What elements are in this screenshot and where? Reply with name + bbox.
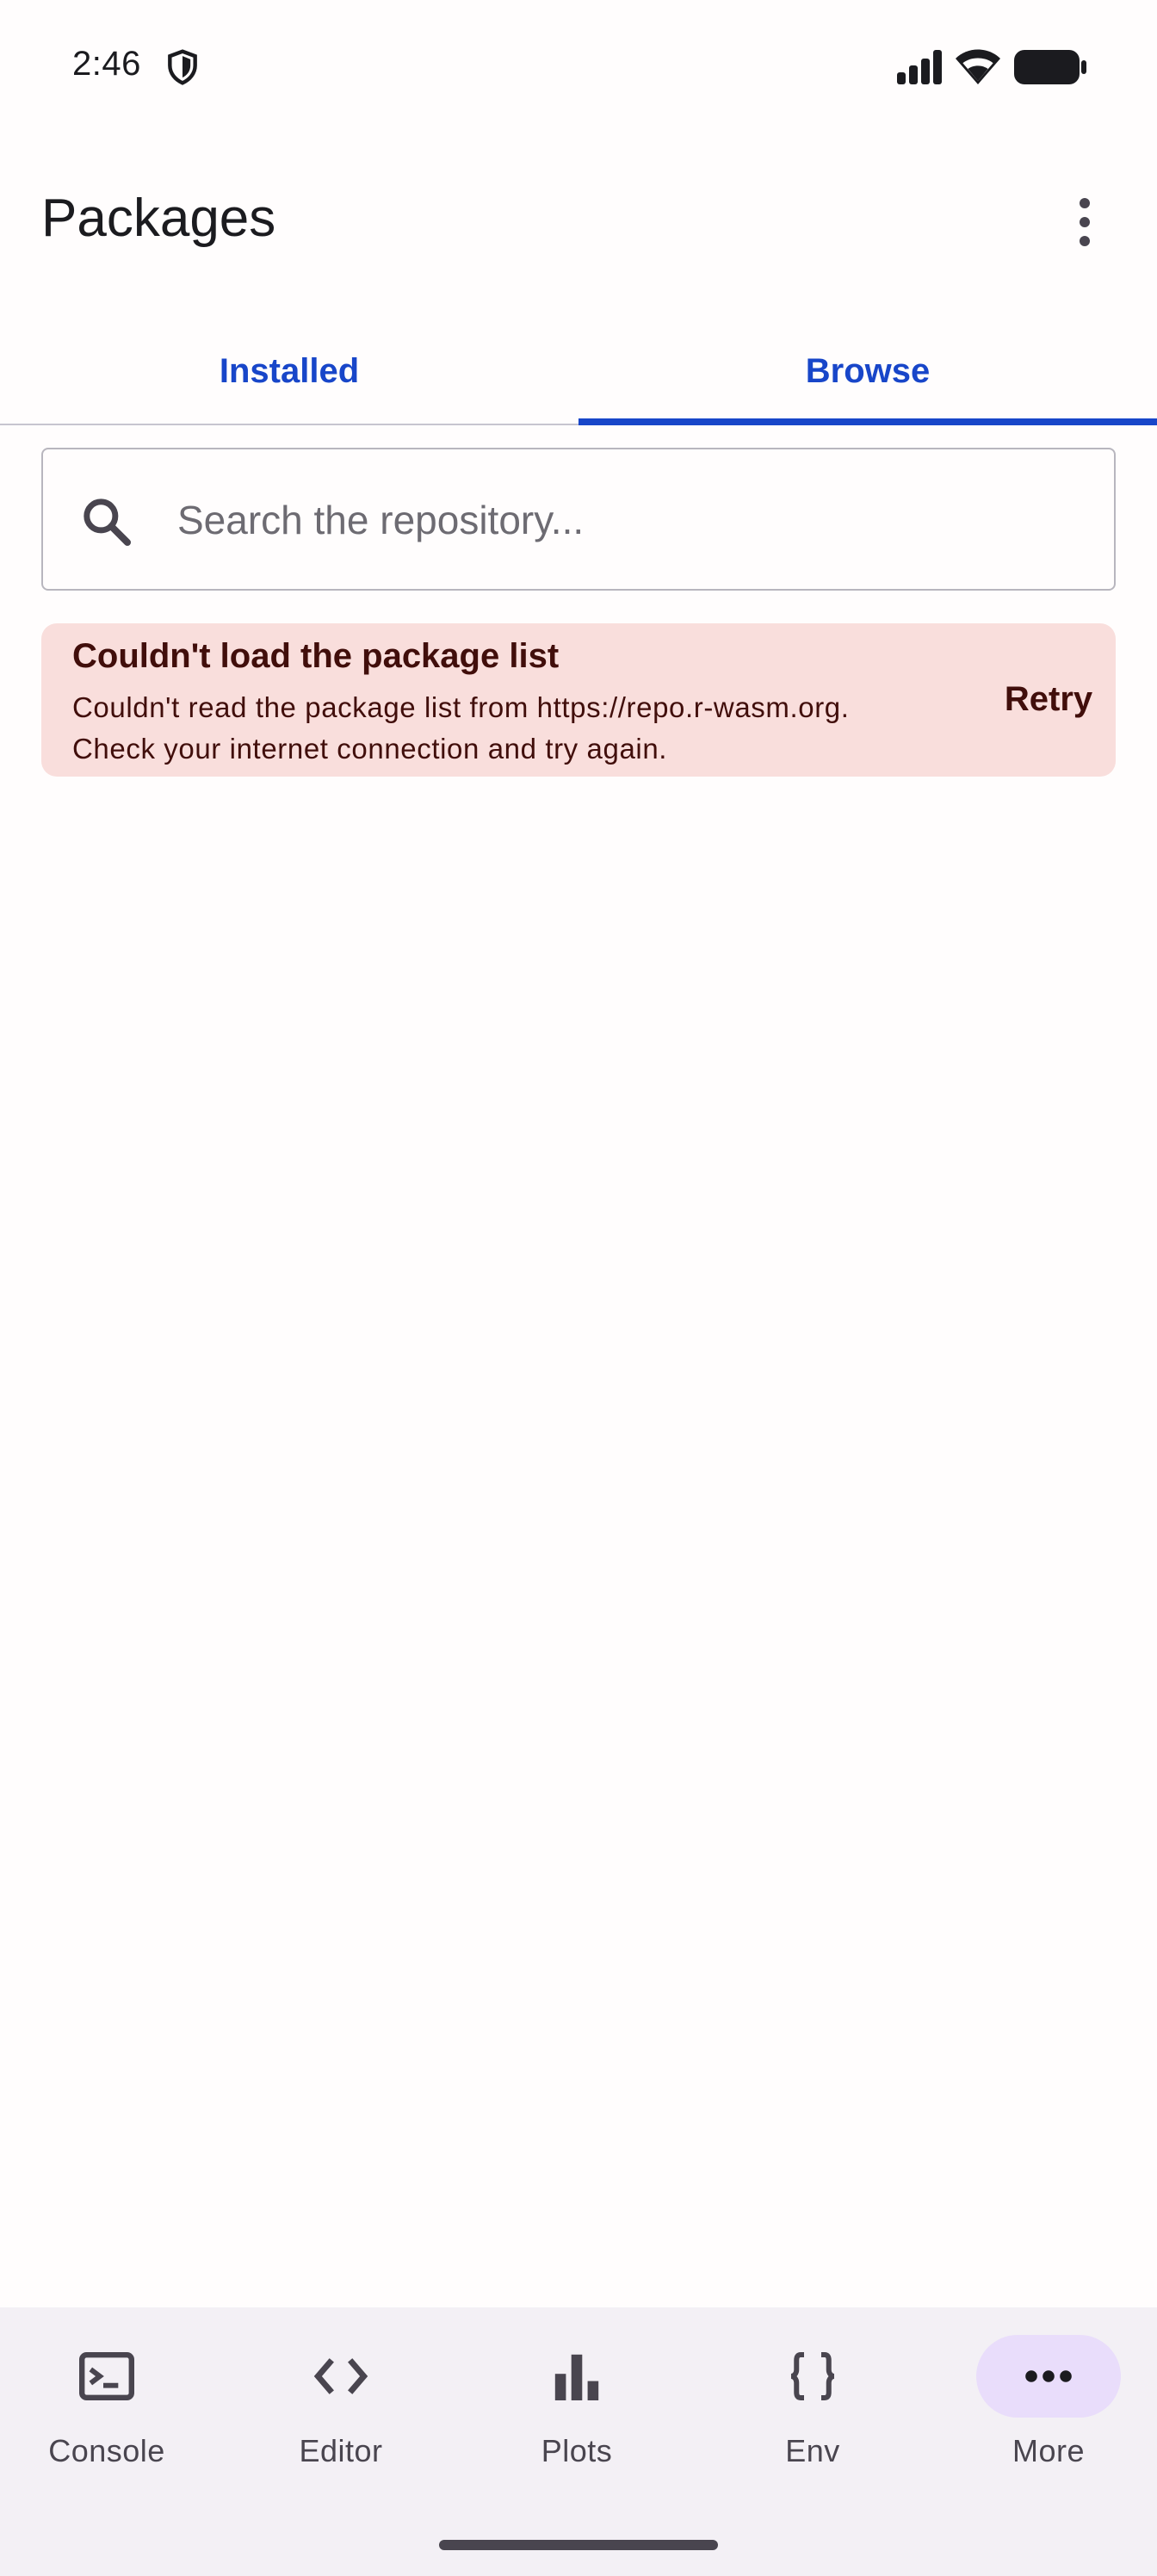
bottom-navigation: Console Editor Plots Env More — [0, 2307, 1157, 2576]
nav-item-console[interactable]: Console — [3, 2335, 210, 2507]
nav-active-indicator — [976, 2335, 1121, 2418]
more-horiz-icon — [1025, 2370, 1072, 2382]
error-title: Couldn't load the package list — [72, 637, 560, 675]
error-message: Couldn't read the package list from http… — [72, 691, 850, 765]
page-title: Packages — [41, 189, 276, 248]
tab-installed[interactable]: Installed — [0, 319, 578, 424]
more-vert-icon[interactable] — [1059, 179, 1111, 265]
nav-item-editor[interactable]: Editor — [238, 2335, 444, 2507]
code-icon — [313, 2358, 368, 2394]
search-icon — [84, 498, 131, 546]
retry-button[interactable]: Retry — [988, 666, 1109, 732]
search-field[interactable] — [41, 448, 1116, 591]
nav-label-editor: Editor — [299, 2433, 383, 2468]
tab-bar: Installed Browse — [0, 319, 1157, 425]
packages-screen: 2:46 Packages Installed Browse Search th… — [0, 0, 1157, 2576]
signal-icon — [897, 50, 942, 84]
wifi-icon — [956, 49, 1000, 84]
status-bar: 2:46 — [0, 0, 1157, 138]
bar-chart-icon — [554, 2354, 599, 2400]
nav-item-more[interactable]: More — [945, 2335, 1152, 2507]
braces-icon — [790, 2352, 835, 2400]
tab-browse[interactable]: Browse — [578, 319, 1157, 425]
shield-icon — [168, 49, 197, 85]
home-indicator[interactable] — [439, 2540, 718, 2550]
nav-label-plots: Plots — [541, 2433, 613, 2468]
battery-icon — [1014, 50, 1086, 84]
top-app-bar: Packages — [0, 155, 1157, 284]
nav-label-env: Env — [785, 2433, 840, 2468]
search-input[interactable] — [177, 480, 1090, 560]
terminal-icon — [79, 2352, 134, 2400]
nav-item-plots[interactable]: Plots — [473, 2335, 680, 2507]
error-banner: Couldn't load the package list Couldn't … — [41, 623, 1116, 777]
nav-label-more: More — [1012, 2433, 1086, 2468]
nav-item-env[interactable]: Env — [709, 2335, 916, 2507]
nav-label-console: Console — [48, 2433, 165, 2468]
status-time: 2:46 — [72, 45, 141, 83]
